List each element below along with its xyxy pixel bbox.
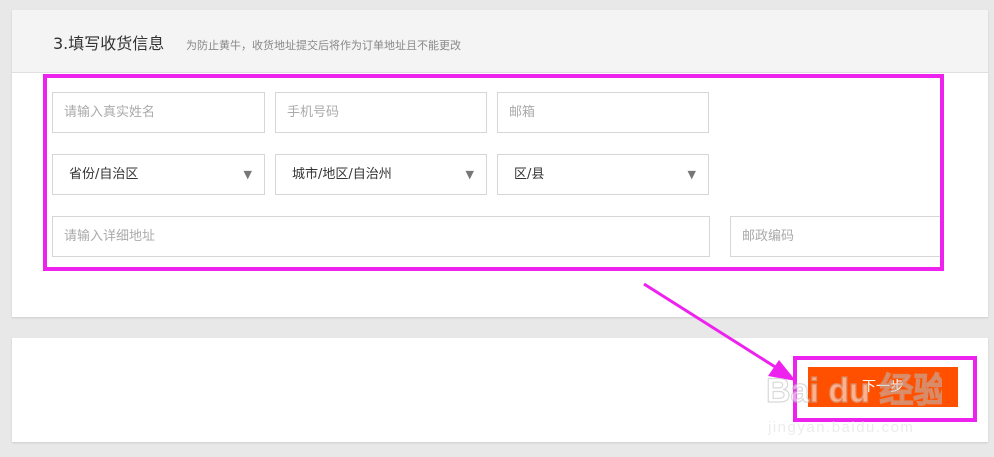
district-select[interactable]: 区/县 ▼ <box>497 154 709 195</box>
section-title: 3.填写收货信息 <box>53 34 165 53</box>
submit-card: 下一步 <box>12 338 988 442</box>
section-note: 为防止黄牛，收货地址提交后将作为订单地址且不能更改 <box>186 39 461 52</box>
address-input-placeholder: 请输入详细地址 <box>64 229 156 244</box>
city-select[interactable]: 城市/地区/自治州 ▼ <box>275 154 487 195</box>
phone-input-placeholder: 手机号码 <box>287 105 340 120</box>
province-select[interactable]: 省份/自治区 ▼ <box>52 154 265 195</box>
chevron-down-icon: ▼ <box>465 168 474 181</box>
next-step-button[interactable]: 下一步 <box>808 367 958 407</box>
district-select-value: 区/县 <box>514 167 545 182</box>
section-header: 3.填写收货信息 为防止黄牛，收货地址提交后将作为订单地址且不能更改 <box>12 10 988 73</box>
name-input-placeholder: 请输入真实姓名 <box>64 105 156 120</box>
province-select-value: 省份/自治区 <box>69 167 139 182</box>
email-input-placeholder: 邮箱 <box>509 105 536 120</box>
postcode-input[interactable]: 邮政编码 <box>730 216 942 257</box>
name-input[interactable]: 请输入真实姓名 <box>52 92 265 133</box>
page: 3.填写收货信息 为防止黄牛，收货地址提交后将作为订单地址且不能更改 请输入真实… <box>0 0 994 457</box>
phone-input[interactable]: 手机号码 <box>275 92 487 133</box>
chevron-down-icon: ▼ <box>243 168 252 181</box>
email-input[interactable]: 邮箱 <box>497 92 709 133</box>
postcode-input-placeholder: 邮政编码 <box>742 229 795 244</box>
city-select-value: 城市/地区/自治州 <box>292 167 392 182</box>
shipping-info-card: 3.填写收货信息 为防止黄牛，收货地址提交后将作为订单地址且不能更改 请输入真实… <box>12 10 988 317</box>
chevron-down-icon: ▼ <box>687 168 696 181</box>
address-input[interactable]: 请输入详细地址 <box>52 216 710 257</box>
